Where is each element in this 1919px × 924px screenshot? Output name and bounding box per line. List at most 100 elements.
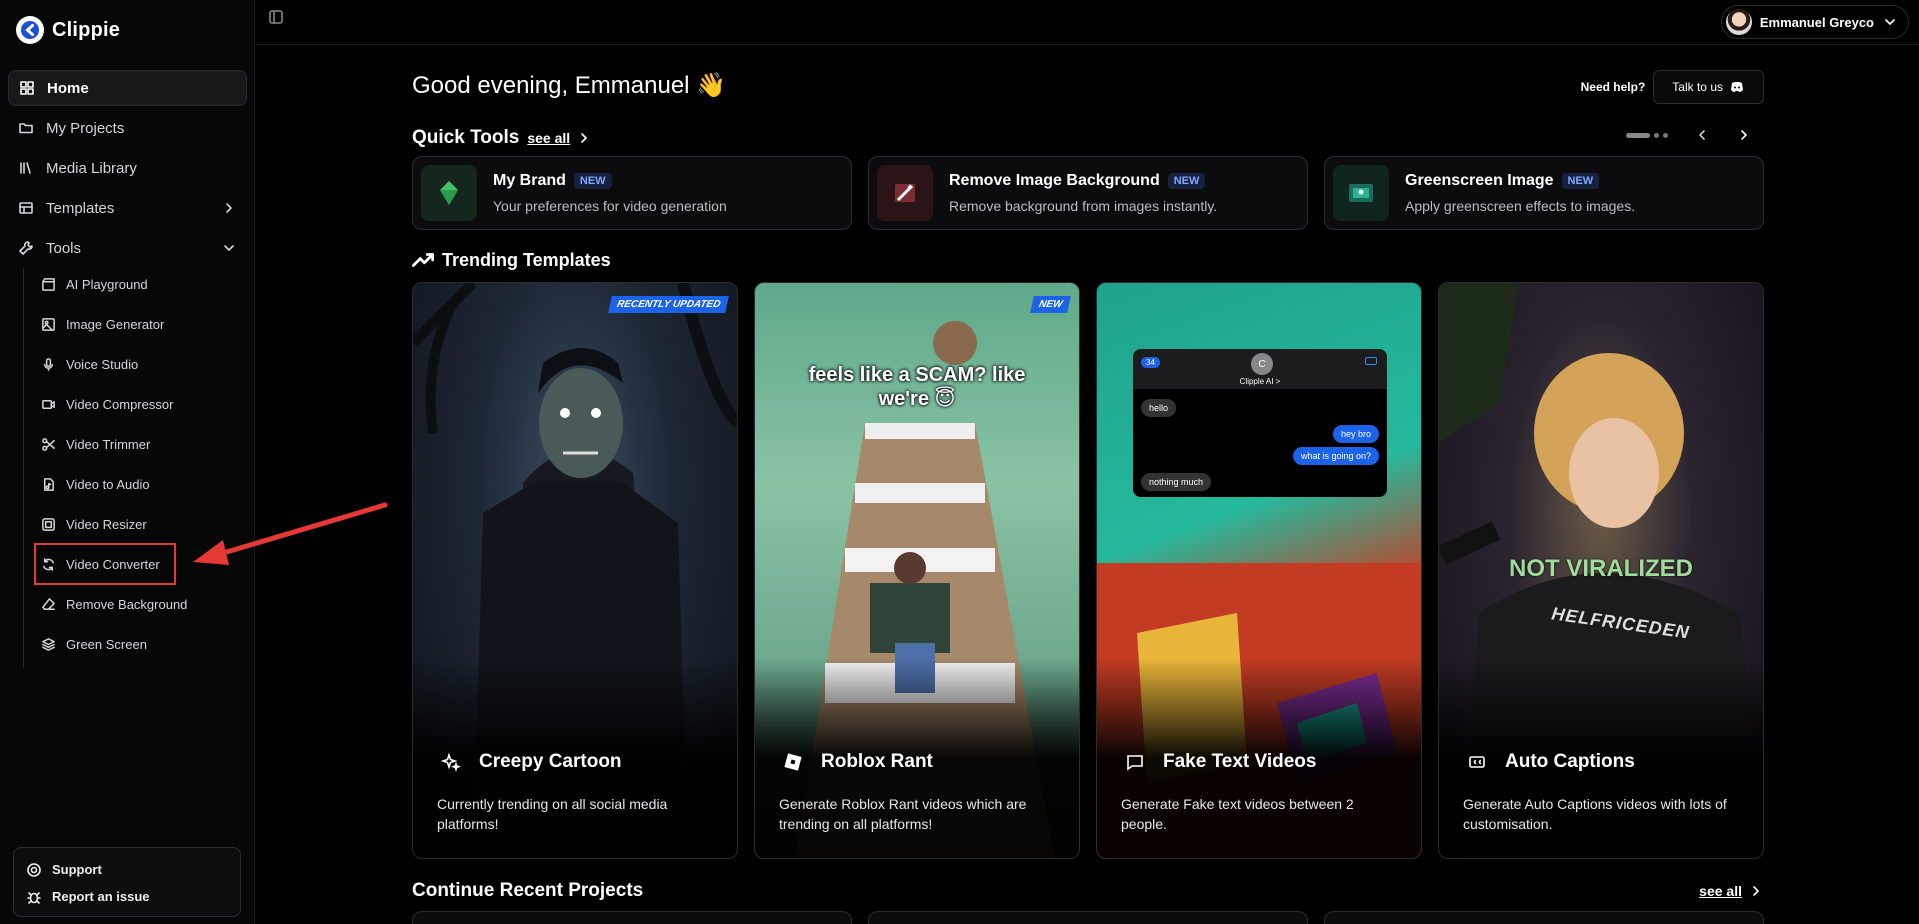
talk-button-label: Talk to us xyxy=(1672,80,1723,94)
sidebar-item-tools[interactable]: Tools xyxy=(8,230,247,266)
tool-label: Voice Studio xyxy=(66,356,139,372)
tool-label: AI Playground xyxy=(66,276,148,292)
quick-tool-my-brand[interactable]: My Brand NEW Your preferences for video g… xyxy=(412,156,852,230)
tool-video-resizer[interactable]: Video Resizer xyxy=(36,508,243,540)
template-card-roblox-rant[interactable]: NEW feels like a SCAM? like we're 😇 Robl… xyxy=(754,282,1080,859)
quick-tool-greenscreen-image[interactable]: Greenscreen Image NEW Apply greenscreen e… xyxy=(1324,156,1764,230)
closed-captions-icon xyxy=(1463,748,1491,776)
caption-overlay: NOT VIRALIZED xyxy=(1509,555,1693,582)
template-card-fake-text-videos[interactable]: 34 C Clipple AI > hello hey bro what is … xyxy=(1096,282,1422,859)
sidebar-item-templates[interactable]: Templates xyxy=(8,190,247,226)
recent-project-card[interactable] xyxy=(412,911,852,924)
tool-video-to-audio[interactable]: Video to Audio xyxy=(36,468,243,500)
folder-icon xyxy=(18,120,34,136)
template-title: Fake Text Videos xyxy=(1163,751,1317,772)
chat-message-sent: what is going on? xyxy=(1292,447,1379,465)
tool-video-converter[interactable]: Video Converter xyxy=(34,543,176,585)
sidebar: Clippie Home My Projects Media Library T… xyxy=(0,0,255,924)
bug-icon xyxy=(26,889,42,905)
user-menu[interactable]: Emmanuel Greyco xyxy=(1720,5,1909,39)
sidebar-toggle-icon[interactable] xyxy=(268,9,284,25)
scissors-icon xyxy=(40,436,56,452)
user-name: Emmanuel Greyco xyxy=(1759,14,1874,30)
roblox-icon xyxy=(779,748,807,776)
template-card-info: Creepy Cartoon Currently trending on all… xyxy=(437,748,717,834)
quick-tool-title: Greenscreen Image xyxy=(1405,172,1554,189)
tool-image-generator[interactable]: Image Generator xyxy=(36,308,243,340)
tool-video-compressor[interactable]: Video Compressor xyxy=(36,388,243,420)
carousel-dots xyxy=(1626,132,1668,138)
quick-tool-desc: Remove background from images instantly. xyxy=(949,198,1218,214)
magic-wand-icon xyxy=(877,165,933,221)
carousel-dot[interactable] xyxy=(1654,132,1659,138)
tool-label: Video Compressor xyxy=(66,396,174,412)
tool-label: Green Screen xyxy=(66,636,147,652)
grid-icon xyxy=(19,80,35,96)
app-logo[interactable]: Clippie xyxy=(16,16,120,44)
template-card-info: Auto Captions Generate Auto Captions vid… xyxy=(1463,748,1743,834)
file-audio-icon xyxy=(40,476,56,492)
support-label: Support xyxy=(52,862,102,877)
need-help-text: Need help? xyxy=(1580,80,1646,94)
sidebar-item-my-projects[interactable]: My Projects xyxy=(8,110,247,146)
report-label: Report an issue xyxy=(52,889,150,904)
trending-title: Trending Templates xyxy=(442,249,611,270)
lifebuoy-icon xyxy=(26,862,42,878)
recent-project-card[interactable] xyxy=(868,911,1308,924)
chat-message-sent: hey bro xyxy=(1332,425,1379,443)
chat-avatar: C xyxy=(1251,353,1273,375)
tool-ai-playground[interactable]: AI Playground xyxy=(36,268,243,300)
sidebar-item-media-library[interactable]: Media Library xyxy=(8,150,247,186)
clippie-logo-icon xyxy=(16,16,44,44)
sidebar-item-label: Templates xyxy=(46,199,115,217)
quick-tools-header: Quick Tools see all xyxy=(412,127,592,149)
carousel-controls xyxy=(1626,127,1752,143)
tool-label: Video Converter xyxy=(66,556,160,572)
tool-green-screen[interactable]: Green Screen xyxy=(36,628,243,660)
quick-tool-remove-image-background[interactable]: Remove Image Background NEW Remove backgr… xyxy=(868,156,1308,230)
support-panel: Support Report an issue xyxy=(13,847,241,917)
tool-remove-background[interactable]: Remove Background xyxy=(36,588,243,620)
eraser-icon xyxy=(40,596,56,612)
app-name: Clippie xyxy=(52,18,121,41)
trending-templates-row: RECENTLY UPDATED Creepy Cartoon Currentl… xyxy=(412,282,1764,859)
chevron-right-icon xyxy=(1748,883,1764,899)
wrench-icon xyxy=(18,240,34,256)
main-nav: Home My Projects Media Library Templates… xyxy=(8,70,247,270)
trending-up-icon xyxy=(412,249,434,271)
recent-project-card[interactable] xyxy=(1324,911,1764,924)
quick-tools-see-all-link[interactable]: see all xyxy=(527,130,592,146)
recent-projects-see-all-link[interactable]: see all xyxy=(1699,883,1764,899)
sidebar-item-home[interactable]: Home xyxy=(8,70,247,106)
report-issue-link[interactable]: Report an issue xyxy=(26,883,228,910)
sidebar-item-label: My Projects xyxy=(46,119,125,137)
clapper-icon xyxy=(40,276,56,292)
new-badge: NEW xyxy=(1029,296,1071,313)
chevron-left-icon[interactable] xyxy=(1694,127,1710,143)
chevron-down-icon xyxy=(221,240,237,256)
template-desc: Generate Roblox Rant videos which are tr… xyxy=(779,796,1027,832)
carousel-dot[interactable] xyxy=(1626,132,1650,138)
support-link[interactable]: Support xyxy=(26,856,228,883)
carousel-dot[interactable] xyxy=(1663,132,1668,138)
tool-video-trimmer[interactable]: Video Trimmer xyxy=(36,428,243,460)
quick-tool-desc: Your preferences for video generation xyxy=(493,198,727,214)
resize-icon xyxy=(40,516,56,532)
chevron-down-icon xyxy=(1882,14,1898,30)
chevron-right-icon[interactable] xyxy=(1736,127,1752,143)
template-card-creepy-cartoon[interactable]: RECENTLY UPDATED Creepy Cartoon Currentl… xyxy=(412,282,738,859)
talk-to-us-button[interactable]: Talk to us xyxy=(1653,70,1764,104)
refresh-icon xyxy=(40,556,56,572)
template-card-auto-captions[interactable]: NOT VIRALIZED HELFRICEDEN Auto Captions … xyxy=(1438,282,1764,859)
page-title: Good evening, Emmanuel 👋 xyxy=(412,72,727,99)
recent-projects-title: Continue Recent Projects xyxy=(412,880,644,901)
greenscreen-image-icon xyxy=(1333,165,1389,221)
see-all-label: see all xyxy=(527,130,571,146)
tools-submenu: AI Playground Image Generator Voice Stud… xyxy=(23,268,243,668)
stack-icon xyxy=(40,636,56,652)
brand-gem-icon xyxy=(421,165,477,221)
layers-icon xyxy=(18,200,34,216)
new-badge: NEW xyxy=(1561,173,1600,189)
template-desc: Currently trending on all social media p… xyxy=(437,796,668,832)
tool-voice-studio[interactable]: Voice Studio xyxy=(36,348,243,380)
